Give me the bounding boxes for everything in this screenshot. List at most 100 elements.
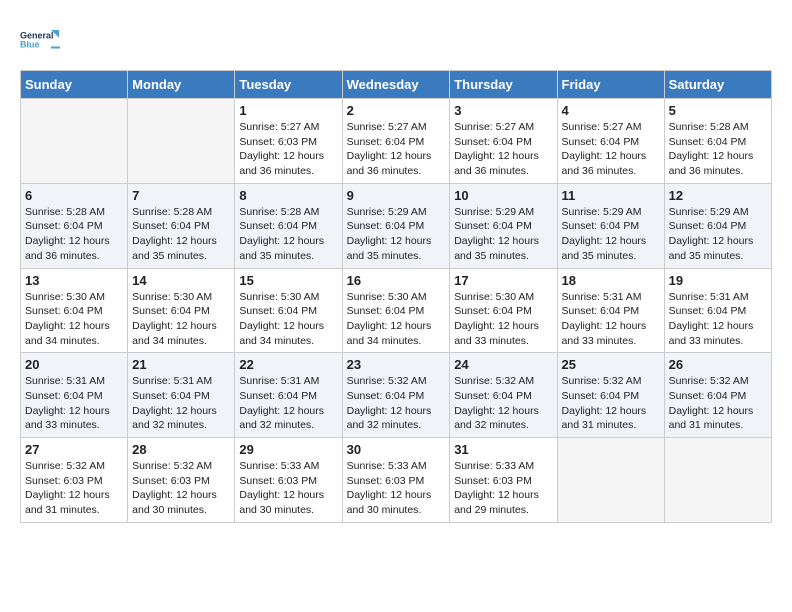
cell-info: Sunrise: 5:31 AMSunset: 6:04 PMDaylight:… <box>669 290 767 349</box>
header-sunday: Sunday <box>21 71 128 99</box>
day-number: 4 <box>562 103 660 118</box>
calendar-week-row: 27 Sunrise: 5:32 AMSunset: 6:03 PMDayligh… <box>21 438 772 523</box>
logo: General Blue <box>20 20 60 60</box>
cell-info: Sunrise: 5:29 AMSunset: 6:04 PMDaylight:… <box>562 205 660 264</box>
calendar-cell <box>128 99 235 184</box>
cell-info: Sunrise: 5:30 AMSunset: 6:04 PMDaylight:… <box>454 290 552 349</box>
calendar-table: SundayMondayTuesdayWednesdayThursdayFrid… <box>20 70 772 523</box>
day-number: 20 <box>25 357 123 372</box>
day-number: 5 <box>669 103 767 118</box>
cell-info: Sunrise: 5:33 AMSunset: 6:03 PMDaylight:… <box>454 459 552 518</box>
calendar-cell: 13 Sunrise: 5:30 AMSunset: 6:04 PMDayligh… <box>21 268 128 353</box>
day-number: 17 <box>454 273 552 288</box>
calendar-cell <box>21 99 128 184</box>
calendar-body: 1 Sunrise: 5:27 AMSunset: 6:03 PMDaylight… <box>21 99 772 523</box>
calendar-cell: 28 Sunrise: 5:32 AMSunset: 6:03 PMDayligh… <box>128 438 235 523</box>
calendar-cell: 29 Sunrise: 5:33 AMSunset: 6:03 PMDayligh… <box>235 438 342 523</box>
calendar-cell: 15 Sunrise: 5:30 AMSunset: 6:04 PMDayligh… <box>235 268 342 353</box>
day-number: 9 <box>347 188 446 203</box>
cell-info: Sunrise: 5:32 AMSunset: 6:03 PMDaylight:… <box>132 459 230 518</box>
day-number: 15 <box>239 273 337 288</box>
cell-info: Sunrise: 5:30 AMSunset: 6:04 PMDaylight:… <box>132 290 230 349</box>
cell-info: Sunrise: 5:28 AMSunset: 6:04 PMDaylight:… <box>132 205 230 264</box>
cell-info: Sunrise: 5:29 AMSunset: 6:04 PMDaylight:… <box>347 205 446 264</box>
calendar-cell: 8Sunrise: 5:28 AMSunset: 6:04 PMDaylight… <box>235 183 342 268</box>
calendar-cell: 4 Sunrise: 5:27 AMSunset: 6:04 PMDaylight… <box>557 99 664 184</box>
day-number: 13 <box>25 273 123 288</box>
cell-info: Sunrise: 5:28 AMSunset: 6:04 PMDaylight:… <box>239 205 337 264</box>
day-number: 21 <box>132 357 230 372</box>
calendar-cell: 10Sunrise: 5:29 AMSunset: 6:04 PMDayligh… <box>450 183 557 268</box>
calendar-week-row: 20 Sunrise: 5:31 AMSunset: 6:04 PMDayligh… <box>21 353 772 438</box>
calendar-cell: 3 Sunrise: 5:27 AMSunset: 6:04 PMDaylight… <box>450 99 557 184</box>
calendar-cell: 9 Sunrise: 5:29 AMSunset: 6:04 PMDaylight… <box>342 183 450 268</box>
header-tuesday: Tuesday <box>235 71 342 99</box>
calendar-cell: 5 Sunrise: 5:28 AMSunset: 6:04 PMDaylight… <box>664 99 771 184</box>
calendar-cell: 19 Sunrise: 5:31 AMSunset: 6:04 PMDayligh… <box>664 268 771 353</box>
cell-info: Sunrise: 5:30 AMSunset: 6:04 PMDaylight:… <box>347 290 446 349</box>
header-saturday: Saturday <box>664 71 771 99</box>
calendar-cell <box>664 438 771 523</box>
day-number: 14 <box>132 273 230 288</box>
cell-info: Sunrise: 5:28 AMSunset: 6:04 PMDaylight:… <box>669 120 767 179</box>
calendar-cell <box>557 438 664 523</box>
calendar-week-row: 6 Sunrise: 5:28 AMSunset: 6:04 PMDaylight… <box>21 183 772 268</box>
day-number: 28 <box>132 442 230 457</box>
calendar-cell: 22 Sunrise: 5:31 AMSunset: 6:04 PMDayligh… <box>235 353 342 438</box>
calendar-cell: 27 Sunrise: 5:32 AMSunset: 6:03 PMDayligh… <box>21 438 128 523</box>
cell-info: Sunrise: 5:32 AMSunset: 6:04 PMDaylight:… <box>562 374 660 433</box>
day-number: 16 <box>347 273 446 288</box>
calendar-cell: 31 Sunrise: 5:33 AMSunset: 6:03 PMDayligh… <box>450 438 557 523</box>
cell-info: Sunrise: 5:29 AMSunset: 6:04 PMDaylight:… <box>669 205 767 264</box>
day-number: 7 <box>132 188 230 203</box>
cell-info: Sunrise: 5:32 AMSunset: 6:04 PMDaylight:… <box>347 374 446 433</box>
logo-icon: General Blue <box>20 20 60 60</box>
calendar-cell: 11 Sunrise: 5:29 AMSunset: 6:04 PMDayligh… <box>557 183 664 268</box>
day-number: 3 <box>454 103 552 118</box>
cell-info: Sunrise: 5:28 AMSunset: 6:04 PMDaylight:… <box>25 205 123 264</box>
cell-info: Sunrise: 5:27 AMSunset: 6:04 PMDaylight:… <box>347 120 446 179</box>
calendar-cell: 23 Sunrise: 5:32 AMSunset: 6:04 PMDayligh… <box>342 353 450 438</box>
calendar-cell: 14 Sunrise: 5:30 AMSunset: 6:04 PMDayligh… <box>128 268 235 353</box>
calendar-cell: 30Sunrise: 5:33 AMSunset: 6:03 PMDayligh… <box>342 438 450 523</box>
calendar-week-row: 1 Sunrise: 5:27 AMSunset: 6:03 PMDaylight… <box>21 99 772 184</box>
day-number: 29 <box>239 442 337 457</box>
calendar-cell: 18Sunrise: 5:31 AMSunset: 6:04 PMDayligh… <box>557 268 664 353</box>
cell-info: Sunrise: 5:27 AMSunset: 6:04 PMDaylight:… <box>454 120 552 179</box>
calendar-cell: 20 Sunrise: 5:31 AMSunset: 6:04 PMDayligh… <box>21 353 128 438</box>
day-number: 23 <box>347 357 446 372</box>
cell-info: Sunrise: 5:32 AMSunset: 6:03 PMDaylight:… <box>25 459 123 518</box>
day-number: 1 <box>239 103 337 118</box>
cell-info: Sunrise: 5:27 AMSunset: 6:04 PMDaylight:… <box>562 120 660 179</box>
cell-info: Sunrise: 5:31 AMSunset: 6:04 PMDaylight:… <box>132 374 230 433</box>
day-number: 19 <box>669 273 767 288</box>
calendar-cell: 25Sunrise: 5:32 AMSunset: 6:04 PMDayligh… <box>557 353 664 438</box>
header-wednesday: Wednesday <box>342 71 450 99</box>
day-number: 12 <box>669 188 767 203</box>
cell-info: Sunrise: 5:32 AMSunset: 6:04 PMDaylight:… <box>454 374 552 433</box>
calendar-cell: 2 Sunrise: 5:27 AMSunset: 6:04 PMDaylight… <box>342 99 450 184</box>
cell-info: Sunrise: 5:32 AMSunset: 6:04 PMDaylight:… <box>669 374 767 433</box>
day-number: 31 <box>454 442 552 457</box>
calendar-cell: 16 Sunrise: 5:30 AMSunset: 6:04 PMDayligh… <box>342 268 450 353</box>
cell-info: Sunrise: 5:30 AMSunset: 6:04 PMDaylight:… <box>25 290 123 349</box>
day-number: 30 <box>347 442 446 457</box>
cell-info: Sunrise: 5:31 AMSunset: 6:04 PMDaylight:… <box>562 290 660 349</box>
calendar-cell: 7 Sunrise: 5:28 AMSunset: 6:04 PMDaylight… <box>128 183 235 268</box>
calendar-cell: 12 Sunrise: 5:29 AMSunset: 6:04 PMDayligh… <box>664 183 771 268</box>
calendar-cell: 6 Sunrise: 5:28 AMSunset: 6:04 PMDaylight… <box>21 183 128 268</box>
day-number: 6 <box>25 188 123 203</box>
header-monday: Monday <box>128 71 235 99</box>
cell-info: Sunrise: 5:27 AMSunset: 6:03 PMDaylight:… <box>239 120 337 179</box>
cell-info: Sunrise: 5:31 AMSunset: 6:04 PMDaylight:… <box>239 374 337 433</box>
cell-info: Sunrise: 5:30 AMSunset: 6:04 PMDaylight:… <box>239 290 337 349</box>
day-number: 27 <box>25 442 123 457</box>
cell-info: Sunrise: 5:29 AMSunset: 6:04 PMDaylight:… <box>454 205 552 264</box>
day-number: 11 <box>562 188 660 203</box>
calendar-week-row: 13 Sunrise: 5:30 AMSunset: 6:04 PMDayligh… <box>21 268 772 353</box>
day-number: 22 <box>239 357 337 372</box>
calendar-cell: 26Sunrise: 5:32 AMSunset: 6:04 PMDayligh… <box>664 353 771 438</box>
day-number: 2 <box>347 103 446 118</box>
cell-info: Sunrise: 5:33 AMSunset: 6:03 PMDaylight:… <box>239 459 337 518</box>
cell-info: Sunrise: 5:31 AMSunset: 6:04 PMDaylight:… <box>25 374 123 433</box>
